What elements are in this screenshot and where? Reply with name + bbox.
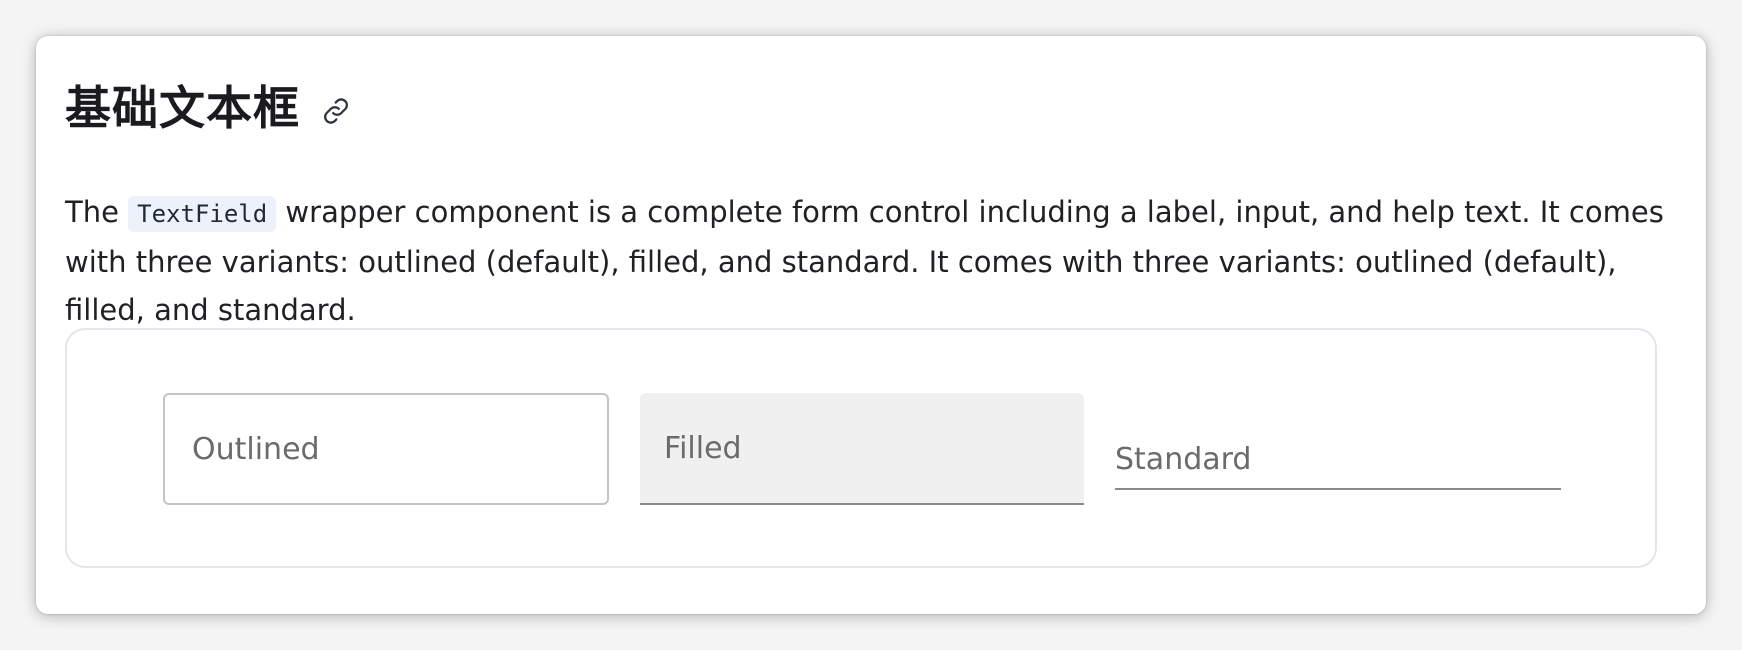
filled-field-label: Filled bbox=[664, 430, 742, 466]
filled-text-field[interactable]: Filled bbox=[640, 393, 1084, 505]
description-text-start: The bbox=[65, 195, 129, 229]
outlined-field-label: Outlined bbox=[192, 431, 320, 467]
standard-text-field[interactable]: Standard bbox=[1115, 430, 1561, 490]
section-header: 基础文本框 bbox=[65, 72, 354, 144]
docs-card: 基础文本框 The TextField wrapper component is… bbox=[36, 36, 1706, 614]
section-title: 基础文本框 bbox=[65, 81, 300, 135]
demo-panel: Outlined Filled Standard bbox=[65, 328, 1657, 568]
outlined-text-field[interactable]: Outlined bbox=[163, 393, 609, 505]
standard-field-label: Standard bbox=[1115, 441, 1252, 477]
section-description: The TextField wrapper component is a com… bbox=[65, 188, 1685, 334]
inline-code: TextField bbox=[128, 196, 277, 232]
description-text-end: wrapper component is a complete form con… bbox=[65, 195, 1664, 327]
link-icon[interactable] bbox=[318, 93, 354, 129]
